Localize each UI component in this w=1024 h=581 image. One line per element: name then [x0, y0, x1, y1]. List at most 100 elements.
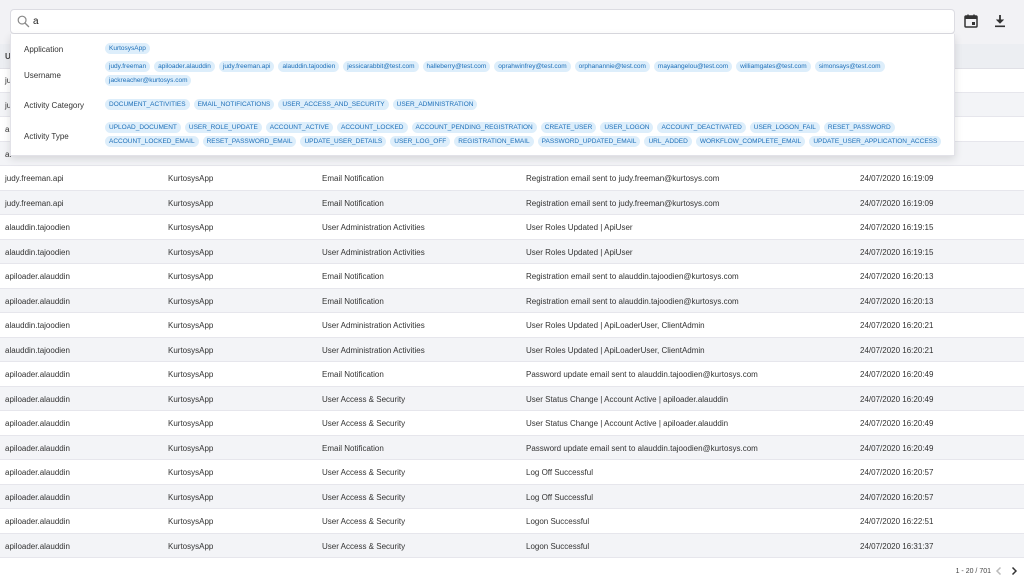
cell-username: apiloader.alauddin [5, 468, 70, 477]
cell-application: KurtosysApp [168, 345, 214, 355]
suggestion-chip[interactable]: orphanannie@test.com [574, 61, 650, 72]
suggestion-chip[interactable]: ACCOUNT_DEACTIVATED [657, 122, 746, 133]
suggestion-chip[interactable]: jessicarabbit@test.com [343, 61, 419, 72]
table-row[interactable]: apiloader.alauddin KurtosysApp Email Notif… [0, 435, 1024, 460]
table-row[interactable]: judy.freeman.api KurtosysApp Email Notific… [0, 190, 1024, 215]
cell-username: apiloader.alauddin [5, 370, 70, 379]
suggestion-chip[interactable]: RESET_PASSWORD [823, 122, 895, 133]
cell-application: KurtosysApp [168, 492, 214, 502]
suggestion-chip[interactable]: RESET_PASSWORD_EMAIL [202, 136, 297, 147]
table-row[interactable]: apiloader.alauddin KurtosysApp User Access… [0, 460, 1024, 485]
suggestion-chip[interactable]: ACCOUNT_LOCKED_EMAIL [105, 136, 199, 147]
search-input[interactable] [33, 13, 933, 30]
section-label: Activity Category [24, 101, 85, 110]
suggestion-chip[interactable]: USER_ROLE_UPDATE [184, 122, 262, 133]
table-row[interactable]: apiloader.alauddin KurtosysApp Email Notif… [0, 362, 1024, 387]
cell-timestamp: 24/07/2020 16:31:37 [860, 541, 934, 551]
chip-list: UPLOAD_DOCUMENT USER_ROLE_UPDATE ACCOUNT_A… [105, 122, 955, 147]
chip-list: judy.freeman apiloader.alauddin judy.freem… [105, 61, 955, 86]
table-row[interactable]: apiloader.alauddin KurtosysApp Email Notif… [0, 288, 1024, 313]
suggestion-chip[interactable]: DOCUMENT_ACTIVITIES [105, 99, 190, 110]
cell-username: apiloader.alauddin [5, 541, 70, 551]
cell-activity-category: User Access & Security [322, 492, 406, 502]
suggestion-chip[interactable]: apiloader.alauddin [154, 61, 215, 72]
suggestion-chip[interactable]: judy.freeman [105, 61, 151, 72]
table-row[interactable]: apiloader.alauddin KurtosysApp User Access… [0, 411, 1024, 436]
suggestion-chip[interactable]: REGISTRATION_EMAIL [454, 136, 534, 147]
cell-timestamp: 24/07/2020 16:20:21 [860, 345, 934, 355]
suggestion-chip[interactable]: mayaangelou@test.com [653, 61, 733, 72]
section-username: Username judy.freeman apiloader.alauddin j… [11, 59, 956, 91]
cell-activity-category: User Administration Activities [322, 345, 425, 355]
cell-application: KurtosysApp [168, 296, 214, 306]
suggestion-chip[interactable]: oprahwinfrey@test.com [494, 61, 571, 72]
cell-username: apiloader.alauddin [5, 492, 70, 502]
suggestion-chip[interactable]: EMAIL_NOTIFICATIONS [193, 99, 275, 110]
cell-description: Password update email sent to alauddin.t… [526, 443, 758, 453]
table-row[interactable]: apiloader.alauddin KurtosysApp User Access… [0, 484, 1024, 509]
table-row[interactable]: apiloader.alauddin KurtosysApp User Access… [0, 533, 1024, 558]
table-row[interactable]: apiloader.alauddin KurtosysApp User Access… [0, 509, 1024, 534]
suggestion-chip[interactable]: UPDATE_USER_DETAILS [300, 136, 387, 147]
suggestion-chip[interactable]: simonsays@test.com [814, 61, 885, 72]
suggestion-chip[interactable]: WORKFLOW_COMPLETE_EMAIL [695, 136, 806, 147]
suggestion-chip[interactable]: halleberry@test.com [422, 61, 491, 72]
chip-list: KurtosysApp [105, 43, 955, 54]
cell-timestamp: 24/07/2020 16:20:49 [860, 443, 934, 453]
search-icon [17, 15, 30, 28]
cell-activity-category: Email Notification [322, 198, 384, 208]
table-row[interactable]: apiloader.alauddin KurtosysApp Email Notif… [0, 264, 1024, 289]
cell-description: Registration email sent to judy.freeman@… [526, 174, 720, 183]
cell-activity-category: User Access & Security [322, 468, 406, 477]
suggestion-chip[interactable]: judy.freeman.api [218, 61, 275, 72]
cell-timestamp: 24/07/2020 16:19:09 [860, 174, 934, 183]
cell-application: KurtosysApp [168, 443, 214, 453]
suggestion-chip[interactable]: USER_LOG_OFF [390, 136, 451, 147]
suggestion-chip[interactable]: ACCOUNT_LOCKED [337, 122, 408, 133]
suggestion-chip[interactable]: UPLOAD_DOCUMENT [105, 122, 181, 133]
chevron-right-icon[interactable] [1009, 566, 1019, 576]
download-icon[interactable] [992, 13, 1008, 29]
table-row[interactable]: alauddin.tajoodien KurtosysApp User Admini… [0, 239, 1024, 264]
suggestion-chip[interactable]: USER_LOGON [600, 122, 654, 133]
chevron-left-icon[interactable] [994, 566, 1004, 576]
cell-timestamp: 24/07/2020 16:20:57 [860, 468, 934, 477]
suggestion-chip[interactable]: jackreacher@kurtosys.com [105, 75, 192, 86]
suggestion-chip[interactable]: williamgates@test.com [736, 61, 811, 72]
suggestion-chip[interactable]: URL_ADDED [644, 136, 692, 147]
cell-username: alauddin.tajoodien [5, 321, 70, 330]
cell-activity-category: Email Notification [322, 443, 384, 453]
cell-description: Registration email sent to alauddin.tajo… [526, 272, 739, 281]
section-label: Activity Type [24, 132, 69, 141]
suggestion-chip[interactable]: USER_ADMINISTRATION [392, 99, 478, 110]
cell-activity-category: Email Notification [322, 296, 384, 306]
suggestion-chip[interactable]: UPDATE_USER_APPLICATION_ACCESS [809, 136, 942, 147]
table-row[interactable]: alauddin.tajoodien KurtosysApp User Admini… [0, 337, 1024, 362]
cell-username: apiloader.alauddin [5, 443, 70, 453]
cell-activity-category: User Administration Activities [322, 223, 425, 232]
cell-description: Logon Successful [526, 541, 590, 551]
section-activity-category: Activity Category DOCUMENT_ACTIVITIES EMA… [11, 96, 956, 114]
cell-application: KurtosysApp [168, 321, 214, 330]
suggestion-chip[interactable]: CREATE_USER [540, 122, 597, 133]
table-row[interactable]: alauddin.tajoodien KurtosysApp User Admini… [0, 313, 1024, 338]
suggestion-chip[interactable]: USER_ACCESS_AND_SECURITY [278, 99, 389, 110]
cell-description: User Roles Updated | ApiUser [526, 223, 633, 232]
cell-description: User Roles Updated | ApiLoaderUser, Clie… [526, 345, 705, 355]
suggestion-chip[interactable]: ACCOUNT_PENDING_REGISTRATION [411, 122, 537, 133]
cell-description: Registration email sent to judy.freeman@… [526, 198, 720, 208]
cell-timestamp: 24/07/2020 16:20:49 [860, 394, 934, 404]
suggestion-chip[interactable]: alauddin.tajoodien [278, 61, 340, 72]
table-row[interactable]: alauddin.tajoodien KurtosysApp User Admini… [0, 215, 1024, 240]
calendar-icon[interactable] [963, 13, 979, 29]
suggestion-chip[interactable]: ACCOUNT_ACTIVE [265, 122, 334, 133]
table-row[interactable]: judy.freeman.api KurtosysApp Email Notific… [0, 166, 1024, 191]
suggestion-chip[interactable]: USER_LOGON_FAIL [749, 122, 820, 133]
suggestion-chip[interactable]: KurtosysApp [105, 43, 150, 54]
suggestion-chip[interactable]: PASSWORD_UPDATED_EMAIL [537, 136, 641, 147]
search-box[interactable] [10, 9, 955, 34]
cell-activity-category: User Access & Security [322, 394, 406, 404]
cell-description: User Roles Updated | ApiUser [526, 247, 633, 257]
table-row[interactable]: apiloader.alauddin KurtosysApp User Access… [0, 386, 1024, 411]
cell-timestamp: 24/07/2020 16:22:51 [860, 517, 934, 526]
